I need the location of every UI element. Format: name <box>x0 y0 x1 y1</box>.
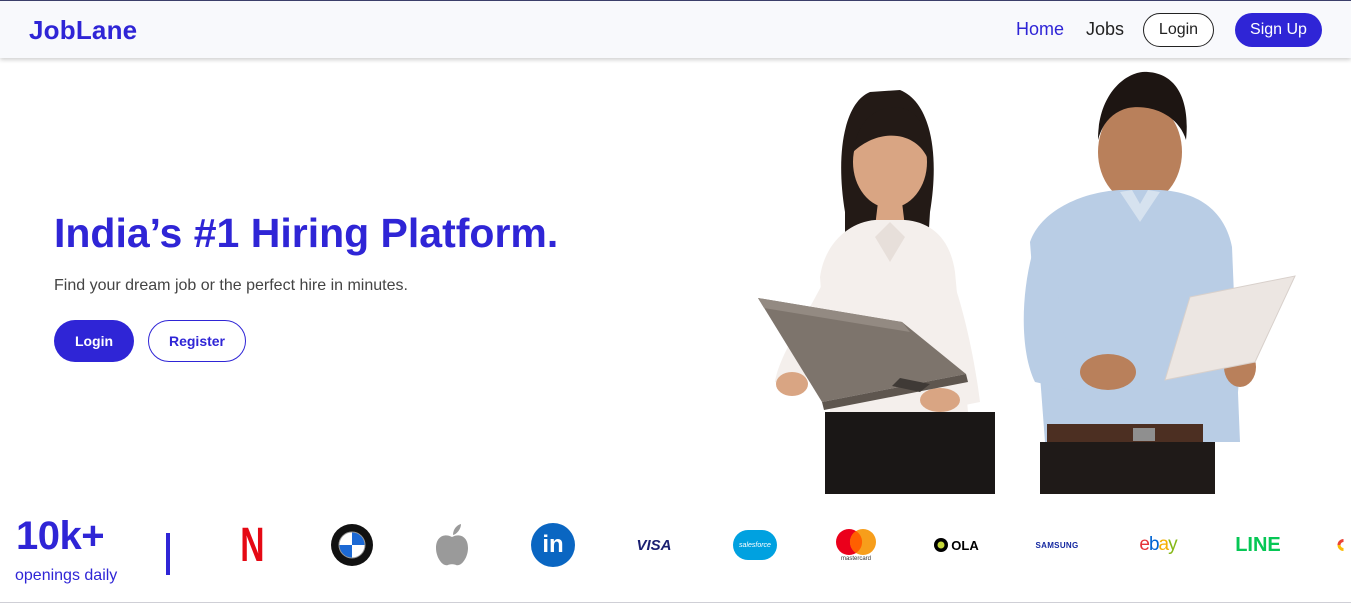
samsung-logo: SAMSUNG <box>1034 520 1080 570</box>
openings-count: 10k+ <box>16 514 105 558</box>
apple-icon <box>436 524 468 566</box>
ebay-logo: ebay <box>1134 520 1182 570</box>
samsung-text: SAMSUNG <box>1035 540 1079 550</box>
ebay-letter-b: b <box>1148 534 1160 555</box>
mastercard-text: mastercard <box>840 556 871 562</box>
hero-people-image <box>758 71 1296 494</box>
google-icon <box>1337 539 1344 551</box>
visa-logo: VISA <box>633 520 675 570</box>
navbar: JobLane Home Jobs Login Sign Up <box>0 0 1351 58</box>
nav-jobs-link[interactable]: Jobs <box>1086 19 1124 40</box>
woman-figure <box>775 90 995 494</box>
linkedin-logo: in <box>530 520 576 570</box>
linkedin-text: in <box>542 531 564 558</box>
hero-login-button[interactable]: Login <box>54 320 134 362</box>
salesforce-logo: salesforce <box>732 520 778 570</box>
ola-logo: OLA <box>932 520 980 570</box>
bottom-border <box>0 602 1351 603</box>
nav-login-button[interactable]: Login <box>1143 13 1214 47</box>
man-figure <box>1023 71 1256 494</box>
hero-register-button[interactable]: Register <box>148 320 246 362</box>
salesforce-text: salesforce <box>739 541 771 549</box>
google-logo-partial <box>1336 520 1351 570</box>
apple-logo <box>432 520 472 570</box>
nav-signup-button[interactable]: Sign Up <box>1235 13 1322 47</box>
ola-text: OLA <box>951 537 979 553</box>
hero-subtitle: Find your dream job or the perfect hire … <box>54 277 408 294</box>
stats-divider <box>166 533 170 575</box>
brand-logo[interactable]: JobLane <box>29 15 137 46</box>
openings-label: openings daily <box>15 567 118 584</box>
line-logo: LINE <box>1234 520 1282 570</box>
ebay-letter-y: y <box>1168 534 1177 555</box>
visa-text: VISA <box>636 536 672 554</box>
mastercard-circles-icon <box>836 529 876 555</box>
bmw-roundel-icon <box>331 524 373 566</box>
hero-title: India’s #1 Hiring Platform. <box>54 210 559 256</box>
ola-circle-icon <box>934 538 949 552</box>
nav-home-link[interactable]: Home <box>1016 19 1064 40</box>
ebay-letter-a: a <box>1158 534 1170 555</box>
bmw-logo <box>328 520 376 570</box>
netflix-letter: N <box>239 518 265 572</box>
line-text: LINE <box>1235 533 1281 556</box>
netflix-logo: N <box>232 518 272 572</box>
mastercard-logo: mastercard <box>832 520 880 570</box>
ebay-letter-e: e <box>1139 534 1150 555</box>
